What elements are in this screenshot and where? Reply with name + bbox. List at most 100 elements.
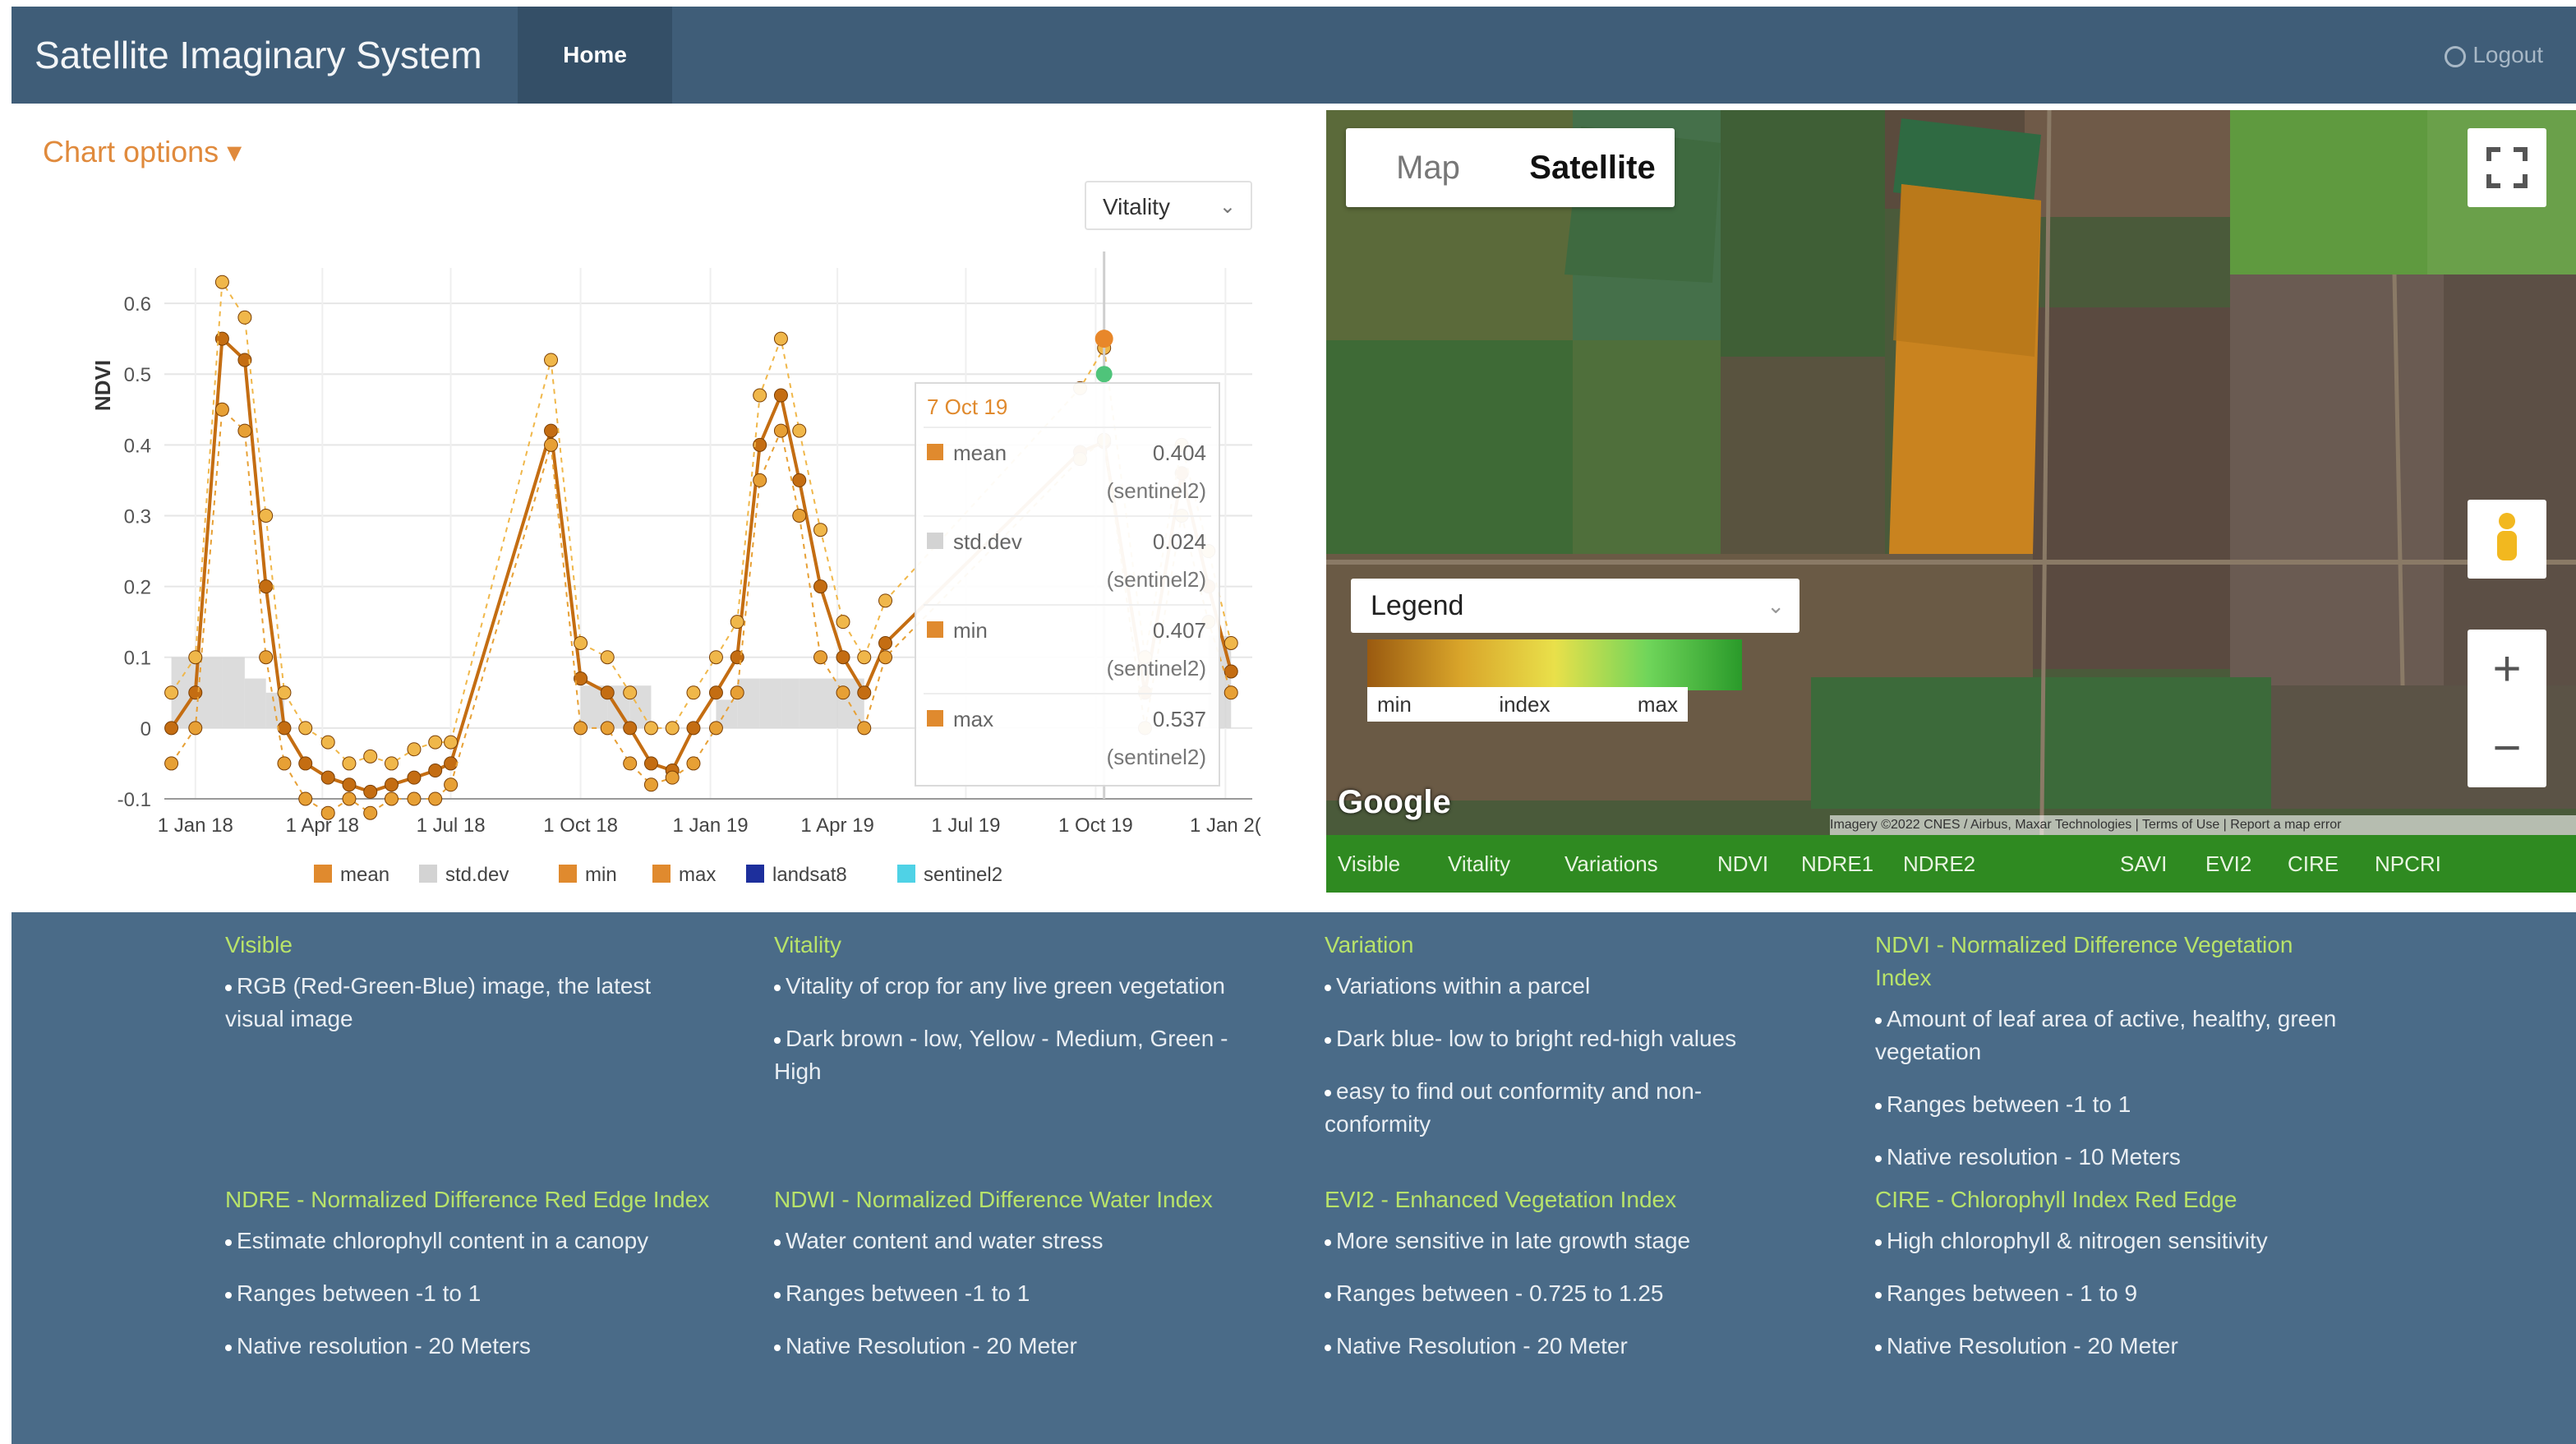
y-tick-label: 0.4: [124, 435, 151, 457]
x-tick-label: 1 Jan 18: [158, 814, 233, 837]
data-point-min: [643, 777, 658, 792]
tooltip-label: max: [953, 707, 993, 731]
tooltip-source: (sentinel2): [1107, 478, 1206, 503]
nav-home-link[interactable]: Home: [518, 7, 672, 104]
data-point-mean: [277, 721, 292, 736]
data-point-max: [600, 650, 615, 665]
data-point-mean: [836, 650, 850, 665]
layer-selector-bar: Visible Vitality Variations NDVI NDRE1 N…: [1326, 835, 2576, 893]
info-ndre: NDRE - Normalized Difference Red Edge In…: [225, 1183, 718, 1382]
info-bullet: Estimate chlorophyll content in a canopy: [225, 1225, 718, 1257]
satellite-imagery[interactable]: [1326, 110, 2576, 893]
power-icon: [2445, 45, 2467, 67]
layer-ndvi[interactable]: NDVI: [1717, 835, 1768, 893]
logout-link[interactable]: Logout: [2445, 7, 2543, 104]
x-tick-label: 1 Jan 19: [673, 814, 749, 837]
fullscreen-button[interactable]: [2468, 128, 2546, 207]
info-bullet: Dark brown - low, Yellow - Medium, Green…: [774, 1022, 1234, 1088]
info-title: NDWI - Normalized Difference Water Index: [774, 1187, 1213, 1212]
chart-panel: Chart options ▾ 0.6 0.5 0.4 0.3 0.2 0.1 0 -0.1 N…: [12, 104, 1326, 912]
info-variation: Variation Variations within a parcel Dar…: [1325, 929, 1785, 1160]
legend-label: max: [679, 864, 716, 886]
x-tick-label: 1 Jul 18: [417, 814, 486, 837]
index-select-value: Vitality: [1103, 194, 1170, 219]
map-attribution[interactable]: Imagery ©2022 CNES / Airbus, Maxar Techn…: [1830, 815, 2576, 835]
tooltip-swatch: [927, 533, 943, 549]
y-tick-label: 0: [141, 718, 151, 740]
tooltip-swatch: [927, 710, 943, 727]
layer-variations[interactable]: Variations: [1564, 835, 1658, 893]
layer-visible[interactable]: Visible: [1338, 835, 1400, 893]
data-point-max: [574, 636, 588, 651]
data-point-max: [164, 685, 179, 700]
layer-cire[interactable]: CIRE: [2288, 835, 2339, 893]
index-select[interactable]: Vitality ⌄: [1085, 181, 1252, 230]
map-type-satellite-button[interactable]: Satellite: [1510, 128, 1675, 207]
map-panel[interactable]: Map Satellite + − Legend ⌄ min index max …: [1326, 110, 2576, 893]
x-tick-label: 1 Apr 18: [286, 814, 359, 837]
street-view-pegman[interactable]: [2468, 500, 2546, 579]
legend-dropdown[interactable]: Legend ⌄: [1351, 579, 1800, 633]
data-point-min: [320, 805, 335, 820]
data-point-max: [836, 615, 850, 630]
y-tick-label: 0.5: [124, 364, 151, 386]
layer-evi2[interactable]: EVI2: [2205, 835, 2251, 893]
tooltip-source: (sentinel2): [1107, 656, 1206, 680]
data-point-max: [277, 685, 292, 700]
data-point-mean: [164, 721, 179, 736]
data-point-min: [686, 756, 701, 771]
std-dev-bar: [222, 657, 245, 728]
info-title: CIRE - Chlorophyll Index Red Edge: [1875, 1187, 2237, 1212]
info-bullet: Variations within a parcel: [1325, 970, 1785, 1003]
data-point-mean: [813, 579, 828, 594]
data-point-max: [753, 388, 767, 403]
info-bullet: RGB (Red-Green-Blue) image, the latest v…: [225, 970, 685, 1036]
legend-swatch: [314, 865, 332, 883]
tooltip-source: (sentinel2): [1107, 567, 1206, 592]
layer-vitality[interactable]: Vitality: [1448, 835, 1510, 893]
data-point-min: [384, 791, 399, 806]
data-point-min: [623, 756, 638, 771]
legend-min-label: min: [1377, 692, 1412, 717]
zoom-controls: + −: [2468, 630, 2546, 787]
layer-ndre1[interactable]: NDRE1: [1801, 835, 1873, 893]
legend-label: std.dev: [445, 864, 509, 886]
data-point-mean: [857, 685, 872, 700]
data-point-min: [836, 685, 850, 700]
layer-savi[interactable]: SAVI: [2120, 835, 2167, 893]
info-bullet: More sensitive in late growth stage: [1325, 1225, 1785, 1257]
data-point-mean: [773, 388, 788, 403]
data-point-max: [342, 756, 357, 771]
data-point-mean: [188, 685, 203, 700]
data-point-min: [857, 721, 872, 736]
data-point-min: [407, 791, 422, 806]
std-dev-bar: [759, 678, 781, 728]
layer-npcri[interactable]: NPCRI: [2375, 835, 2441, 893]
data-point-max: [237, 310, 252, 325]
legend-label: landsat8: [772, 864, 847, 886]
data-point-mean: [792, 473, 807, 487]
layer-ndre2[interactable]: NDRE2: [1903, 835, 1975, 893]
y-tick-label: -0.1: [118, 789, 151, 811]
info-bullet: Ranges between -1 to 1: [774, 1277, 1267, 1310]
data-point-max: [665, 721, 680, 736]
data-point-min: [298, 791, 313, 806]
zoom-in-button[interactable]: +: [2468, 630, 2546, 708]
app-title[interactable]: Satellite Imaginary System: [12, 7, 518, 104]
std-dev-bar: [799, 678, 821, 728]
data-point-mean: [342, 777, 357, 792]
tooltip-swatch: [927, 444, 943, 460]
data-point-max: [544, 353, 559, 367]
info-bullet: High chlorophyll & nitrogen sensitivity: [1875, 1225, 2368, 1257]
std-dev-bar: [244, 678, 266, 728]
map-type-map-button[interactable]: Map: [1346, 128, 1510, 207]
zoom-out-button[interactable]: −: [2468, 708, 2546, 787]
data-point-max: [407, 742, 422, 757]
data-point-max: [773, 331, 788, 346]
hover-point-max: [1094, 330, 1113, 348]
data-point-mean: [708, 685, 723, 700]
data-point-max: [1223, 636, 1238, 651]
data-point-mean: [623, 721, 638, 736]
map-type-toggle[interactable]: Map Satellite: [1346, 128, 1675, 207]
chevron-down-icon: ⌄: [1767, 593, 1785, 618]
